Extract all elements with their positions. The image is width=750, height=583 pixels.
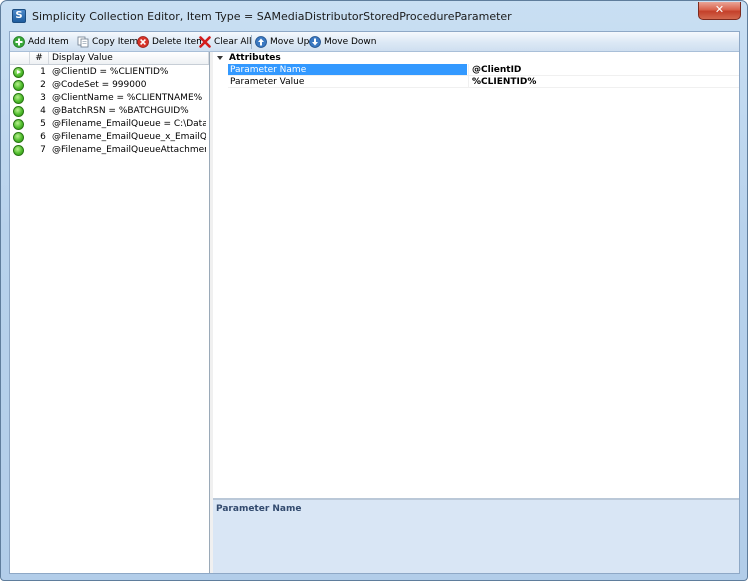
row-number: 2 xyxy=(40,80,46,90)
clear-all-button[interactable]: Clear All xyxy=(199,33,252,50)
row-display-value: @ClientID = %CLIENTID% xyxy=(52,67,169,77)
row-number: 5 xyxy=(40,119,46,129)
clear-all-label: Clear All xyxy=(214,36,252,47)
clear-all-icon xyxy=(199,35,211,48)
move-down-label: Move Down xyxy=(324,36,377,47)
move-up-icon xyxy=(255,35,267,48)
row-number: 1 xyxy=(40,67,46,77)
property-name[interactable]: Parameter Name xyxy=(228,64,467,75)
item-list-grid[interactable]: # Display Value 1 @ClientID = %CLIENTID% 2… xyxy=(10,52,210,573)
grid-header: # Display Value xyxy=(10,52,209,65)
table-row[interactable]: 4 @BatchRSN = %BATCHGUID% xyxy=(10,105,209,118)
row-display-value: @Filename_EmailQueue_x_EmailQue... xyxy=(52,132,206,142)
move-down-icon xyxy=(309,35,321,48)
property-value[interactable]: @ClientID xyxy=(468,64,739,75)
collapse-arrow-icon[interactable] xyxy=(217,56,223,60)
close-icon: ✕ xyxy=(714,3,725,16)
table-row[interactable]: 7 @Filename_EmailQueueAttachment =... xyxy=(10,144,209,157)
toolbar-separator xyxy=(251,35,252,49)
category-attributes[interactable]: Attributes xyxy=(213,52,739,64)
table-row[interactable]: 3 @ClientName = %CLIENTNAME% xyxy=(10,92,209,105)
copy-item-label: Copy Item xyxy=(92,36,139,47)
number-column-header[interactable]: # xyxy=(30,52,49,64)
copy-item-button[interactable]: Copy Item xyxy=(77,33,138,50)
row-number: 3 xyxy=(40,93,46,103)
description-title: Parameter Name xyxy=(216,504,302,514)
row-display-value: @BatchRSN = %BATCHGUID% xyxy=(52,106,189,116)
move-up-label: Move Up xyxy=(270,36,310,47)
current-row-arrow-icon xyxy=(13,67,24,78)
status-green-icon xyxy=(13,119,24,130)
close-button[interactable]: ✕ xyxy=(698,2,741,20)
move-up-button[interactable]: Move Up xyxy=(255,33,309,50)
status-green-icon xyxy=(13,145,24,156)
table-row[interactable]: 5 @Filename_EmailQueue = C:\Data\U... xyxy=(10,118,209,131)
add-item-button[interactable]: Add Item xyxy=(13,33,69,50)
delete-item-button[interactable]: Delete Item xyxy=(137,33,205,50)
row-indicator-header xyxy=(10,52,30,64)
add-icon xyxy=(13,35,25,48)
client-area: Add Item Copy Item Delete Item Clear All… xyxy=(9,31,740,574)
move-down-button[interactable]: Move Down xyxy=(309,33,377,50)
property-grid: Attributes Parameter Name @ClientID Para… xyxy=(213,52,739,573)
category-label: Attributes xyxy=(229,53,281,63)
window-title: Simplicity Collection Editor, Item Type … xyxy=(32,10,512,23)
row-display-value: @Filename_EmailQueueAttachment =... xyxy=(52,145,206,155)
row-number: 4 xyxy=(40,106,46,116)
copy-icon xyxy=(77,36,89,47)
property-name[interactable]: Parameter Value xyxy=(228,76,467,87)
delete-icon xyxy=(137,35,149,48)
status-green-icon xyxy=(13,93,24,104)
table-row[interactable]: 6 @Filename_EmailQueue_x_EmailQue... xyxy=(10,131,209,144)
toolbar: Add Item Copy Item Delete Item Clear All… xyxy=(10,32,739,52)
delete-item-label: Delete Item xyxy=(152,36,205,47)
row-display-value: @ClientName = %CLIENTNAME% xyxy=(52,93,203,103)
display-value-column-header[interactable]: Display Value xyxy=(49,52,209,64)
collection-editor-window: S Simplicity Collection Editor, Item Typ… xyxy=(0,0,748,581)
row-display-value: @CodeSet = 999000 xyxy=(52,80,147,90)
table-row[interactable]: 1 @ClientID = %CLIENTID% xyxy=(10,66,209,79)
property-value[interactable]: %CLIENTID% xyxy=(468,76,739,87)
status-green-icon xyxy=(13,80,24,91)
title-bar[interactable]: S Simplicity Collection Editor, Item Typ… xyxy=(1,1,747,31)
add-item-label: Add Item xyxy=(28,36,69,47)
row-number: 7 xyxy=(40,145,46,155)
status-green-icon xyxy=(13,132,24,143)
table-row[interactable]: 2 @CodeSet = 999000 xyxy=(10,79,209,92)
property-row-parameter-name[interactable]: Parameter Name @ClientID xyxy=(228,64,739,76)
description-pane: Parameter Name xyxy=(213,498,739,573)
row-number: 6 xyxy=(40,132,46,142)
property-row-parameter-value[interactable]: Parameter Value %CLIENTID% xyxy=(228,76,739,88)
app-icon: S xyxy=(12,9,26,23)
row-display-value: @Filename_EmailQueue = C:\Data\U... xyxy=(52,119,206,129)
status-green-icon xyxy=(13,106,24,117)
